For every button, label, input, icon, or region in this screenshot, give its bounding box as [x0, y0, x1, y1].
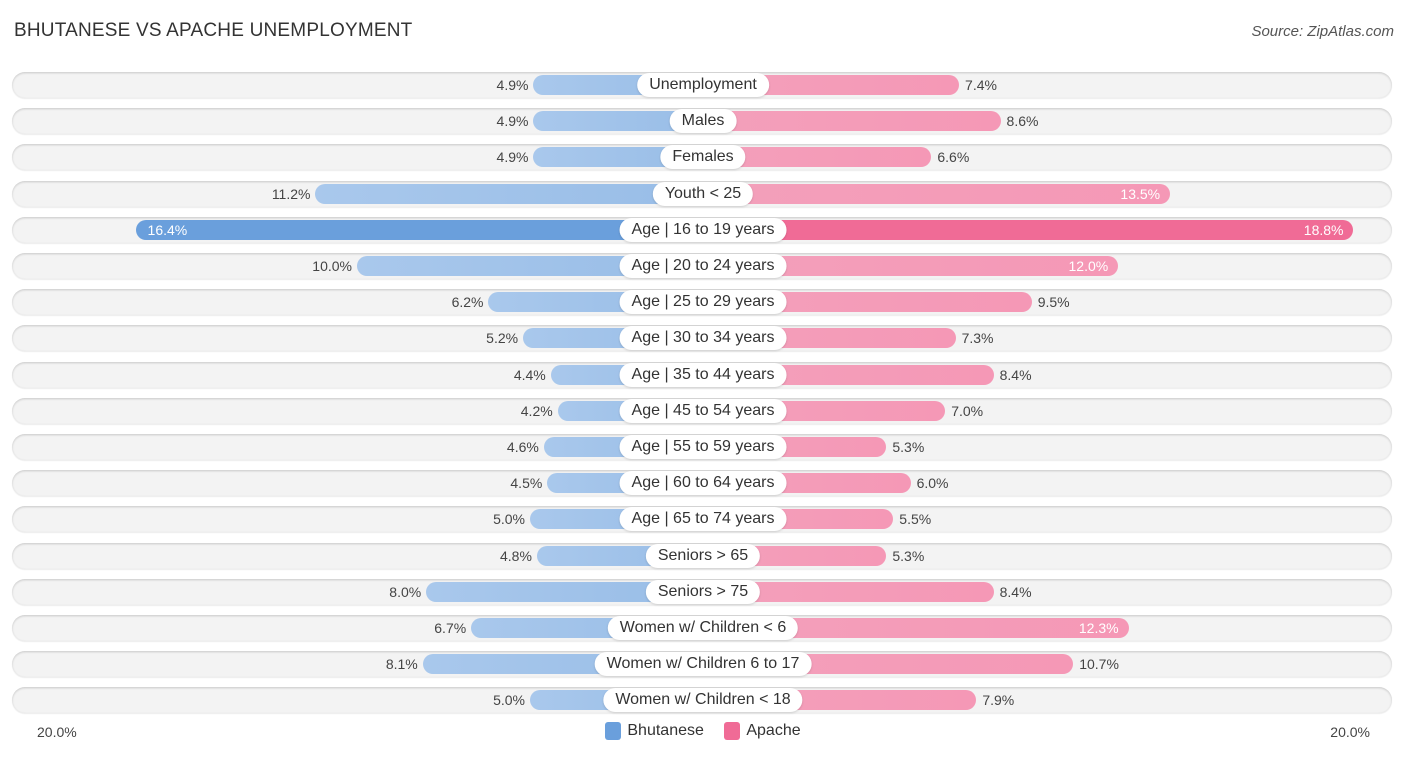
value-label-apache: 9.5%	[1037, 294, 1070, 311]
legend-label-apache: Apache	[746, 722, 801, 739]
bar-bhutanese[interactable]	[315, 183, 703, 204]
value-label-bhutanese: 4.4%	[513, 366, 546, 383]
legend: Bhutanese Apache	[0, 722, 1406, 745]
category-label: Youth < 25	[652, 181, 754, 206]
value-label-apache: 5.3%	[892, 439, 925, 455]
legend-swatch-apache	[724, 722, 741, 740]
value-label-apache: 7.9%	[982, 692, 1015, 709]
value-label-bhutanese: 5.0%	[493, 692, 525, 709]
category-label: Unemployment	[637, 73, 769, 97]
value-label-apache: 7.0%	[951, 402, 984, 419]
value-label-bhutanese: 16.4%	[147, 221, 188, 238]
value-label-bhutanese: 11.2%	[271, 185, 311, 202]
category-label: Age | 60 to 64 years	[619, 471, 787, 496]
category-label: Age | 35 to 44 years	[619, 362, 787, 387]
category-label: Age | 55 to 59 years	[619, 435, 787, 459]
category-label: Seniors > 75	[645, 579, 761, 604]
category-label: Age | 20 to 24 years	[619, 254, 787, 278]
value-label-bhutanese: 10.0%	[312, 258, 352, 274]
value-label-apache: 13.5%	[1120, 185, 1161, 202]
value-label-bhutanese: 4.5%	[510, 475, 543, 492]
value-label-apache: 6.6%	[937, 149, 970, 166]
value-label-apache: 12.0%	[1068, 258, 1109, 274]
value-label-bhutanese: 4.9%	[496, 113, 529, 130]
legend-label-bhutanese: Bhutanese	[627, 722, 704, 739]
value-label-apache: 8.4%	[999, 583, 1032, 600]
chart-area: 4.9% 7.4% Unemployment 4.9% 8.6% Males 4.9% 6.6…	[0, 0, 1406, 757]
value-label-apache: 5.3%	[892, 547, 925, 564]
bar-apache[interactable]	[703, 219, 1354, 240]
bar-apache[interactable]	[703, 111, 1001, 132]
value-label-bhutanese: 4.2%	[520, 402, 553, 419]
bar-apache[interactable]	[703, 183, 1171, 204]
value-label-bhutanese: 4.9%	[496, 77, 529, 93]
value-label-bhutanese: 6.7%	[434, 620, 467, 636]
category-label: Age | 30 to 34 years	[619, 326, 787, 351]
legend-swatch-bhutanese	[605, 722, 622, 740]
value-label-apache: 7.3%	[961, 330, 994, 347]
value-label-bhutanese: 6.2%	[451, 294, 484, 311]
category-label: Women w/ Children 6 to 17	[594, 652, 812, 677]
value-label-bhutanese: 4.9%	[496, 149, 529, 166]
value-label-bhutanese: 4.8%	[500, 547, 532, 564]
value-label-bhutanese: 8.1%	[385, 656, 418, 673]
category-label: Age | 25 to 29 years	[619, 290, 787, 315]
value-label-bhutanese: 4.6%	[506, 439, 539, 455]
bar-bhutanese[interactable]	[135, 219, 703, 240]
value-label-apache: 18.8%	[1303, 221, 1344, 238]
category-label: Women w/ Children < 18	[603, 688, 803, 713]
category-label: Seniors > 65	[645, 543, 761, 568]
category-label: Women w/ Children < 6	[607, 616, 799, 640]
category-label: Age | 45 to 54 years	[619, 398, 787, 423]
value-label-apache: 8.6%	[1006, 113, 1039, 130]
value-label-bhutanese: 5.0%	[493, 511, 525, 528]
legend-item-apache[interactable]: Apache	[724, 722, 801, 740]
category-label: Age | 65 to 74 years	[619, 507, 787, 532]
legend-item-bhutanese[interactable]: Bhutanese	[605, 722, 704, 740]
category-label: Age | 16 to 19 years	[619, 217, 787, 242]
value-label-apache: 6.0%	[916, 475, 949, 492]
value-label-bhutanese: 8.0%	[389, 583, 422, 600]
category-label: Males	[669, 109, 737, 134]
value-label-apache: 12.3%	[1078, 620, 1119, 636]
category-label: Females	[660, 145, 746, 170]
value-label-apache: 7.4%	[965, 77, 997, 93]
value-label-apache: 10.7%	[1079, 656, 1119, 673]
value-label-apache: 8.4%	[999, 366, 1032, 383]
value-label-apache: 5.5%	[899, 511, 932, 528]
value-label-bhutanese: 5.2%	[486, 330, 519, 347]
